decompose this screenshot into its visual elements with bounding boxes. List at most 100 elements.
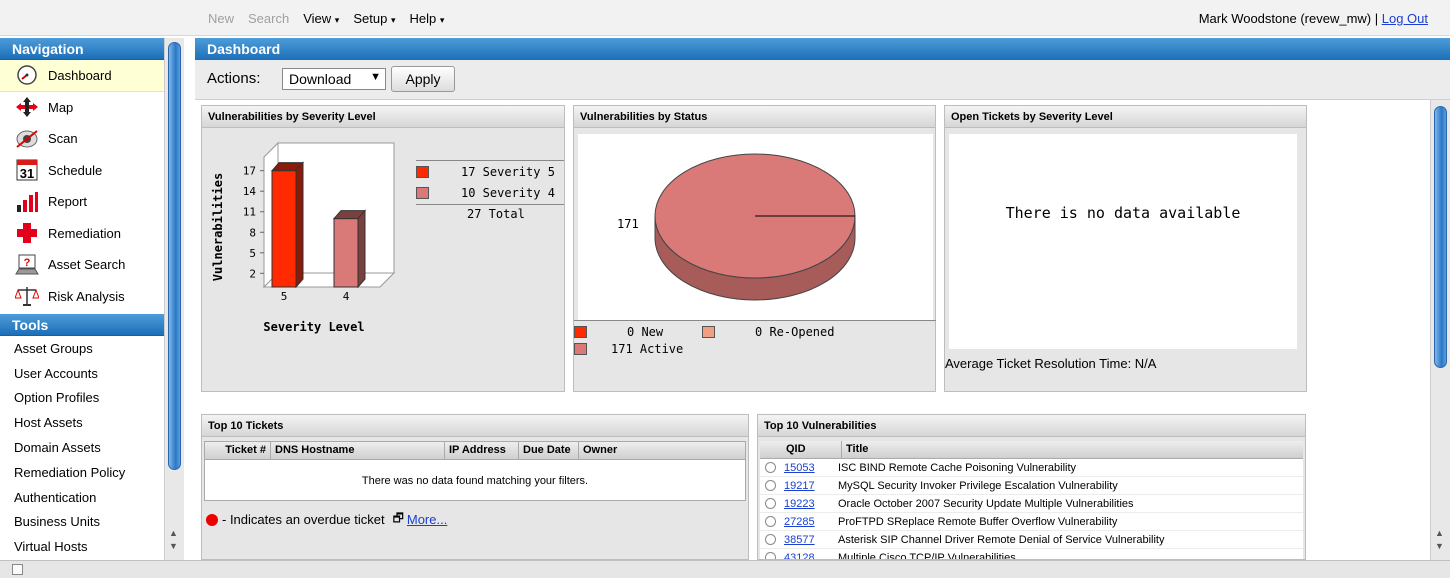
pie-value-label: 171 xyxy=(617,217,639,231)
overdue-note: - Indicates an overdue ticket 🗗 More... xyxy=(206,509,447,530)
apply-button[interactable]: Apply xyxy=(391,66,455,92)
navigation-header: Navigation xyxy=(0,38,165,60)
vuln-title: MySQL Security Invoker Privilege Escalat… xyxy=(838,479,1118,492)
severity-panel-title: Vulnerabilities by Severity Level xyxy=(202,106,564,128)
legend-new: 0 New xyxy=(574,325,663,339)
remediation-cross-icon xyxy=(14,222,40,244)
nav-item-asset-search[interactable]: ? Asset Search xyxy=(0,249,165,281)
legend-swatch xyxy=(574,343,587,355)
row-radio[interactable] xyxy=(765,480,776,491)
tool-domain-assets[interactable]: Domain Assets xyxy=(0,435,165,460)
tools-header: Tools xyxy=(0,314,165,336)
tool-authentication[interactable]: Authentication xyxy=(0,485,165,510)
status-panel: Vulnerabilities by Status 171 0 New 0 Re… xyxy=(573,105,936,392)
logout-link[interactable]: Log Out xyxy=(1382,11,1428,26)
nav-item-scan[interactable]: Scan xyxy=(0,123,165,155)
nav-item-report[interactable]: Report xyxy=(0,186,165,218)
row-radio[interactable] xyxy=(765,462,776,473)
legend-label: 17 Severity 5 xyxy=(461,165,555,179)
nav-item-schedule[interactable]: 31 Schedule xyxy=(0,155,165,187)
tool-option-profiles[interactable]: Option Profiles xyxy=(0,386,165,411)
nav-item-dashboard[interactable]: Dashboard xyxy=(0,60,165,92)
qid-link[interactable]: 19217 xyxy=(784,480,838,492)
status-bar xyxy=(0,560,1450,578)
legend-divider xyxy=(574,320,936,321)
overdue-note-text: - Indicates an overdue ticket xyxy=(222,512,385,527)
tool-user-accounts[interactable]: User Accounts xyxy=(0,361,165,386)
qid-link[interactable]: 19223 xyxy=(784,498,838,510)
vulns-table-body: 15053 ISC BIND Remote Cache Poisoning Vul… xyxy=(760,459,1303,559)
actions-select[interactable]: Download ▼ xyxy=(282,68,386,90)
table-row: 43128 Multiple Cisco TCP/IP Vulnerabiliti… xyxy=(760,549,1303,559)
asset-search-icon: ? xyxy=(14,254,40,276)
row-radio[interactable] xyxy=(765,552,776,559)
row-radio[interactable] xyxy=(765,534,776,545)
menu-view[interactable]: View ▾ xyxy=(303,11,339,26)
main-scroll-thumb[interactable] xyxy=(1434,106,1447,368)
x-axis-label: Severity Level xyxy=(263,320,364,334)
scroll-up-arrow-icon[interactable]: ▲ xyxy=(1435,528,1444,538)
y-tick-label: 17 xyxy=(243,165,256,178)
table-row: 38577 Asterisk SIP Channel Driver Remote … xyxy=(760,531,1303,549)
actions-label: Actions: xyxy=(207,70,261,87)
tickets-empty-message: There was no data found matching your fi… xyxy=(361,475,589,487)
more-link[interactable]: More... xyxy=(407,512,447,527)
legend-swatch xyxy=(416,166,429,178)
sidebar-scrollbar[interactable]: ▲ ▼ xyxy=(164,38,184,560)
row-radio[interactable] xyxy=(765,498,776,509)
scroll-down-arrow-icon[interactable]: ▼ xyxy=(169,541,178,551)
svg-text:?: ? xyxy=(24,257,31,269)
panel-toggle-icon[interactable] xyxy=(12,564,23,575)
nav-label: Report xyxy=(48,194,88,210)
col-qid[interactable]: QID xyxy=(760,441,842,458)
qid-link[interactable]: 38577 xyxy=(784,534,838,546)
legend-total: 27 Total xyxy=(467,207,525,221)
nav-item-map[interactable]: Map xyxy=(0,92,165,124)
vuln-title: ISC BIND Remote Cache Poisoning Vulnerab… xyxy=(838,461,1077,474)
legend-swatch xyxy=(702,326,715,338)
row-radio[interactable] xyxy=(765,516,776,527)
col-ip-address[interactable]: IP Address xyxy=(445,442,519,459)
tool-business-units[interactable]: Business Units xyxy=(0,510,165,535)
nav-label: Dashboard xyxy=(48,67,112,83)
open-tickets-chart-area: There is no data available xyxy=(949,134,1297,349)
open-tickets-panel: Open Tickets by Severity Level There is … xyxy=(944,105,1307,392)
col-title[interactable]: Title xyxy=(842,441,1303,458)
tool-asset-groups[interactable]: Asset Groups xyxy=(0,336,165,361)
y-axis-label: Vulnerabilities xyxy=(211,173,225,281)
menu-help-label: Help xyxy=(409,11,437,26)
tool-virtual-hosts[interactable]: Virtual Hosts xyxy=(0,534,165,559)
tool-remediation-policy[interactable]: Remediation Policy xyxy=(0,460,165,485)
col-owner[interactable]: Owner xyxy=(579,442,745,459)
main-scrollbar[interactable]: ▲ ▼ xyxy=(1430,100,1450,560)
scan-eye-icon xyxy=(14,128,40,150)
open-tickets-panel-title: Open Tickets by Severity Level xyxy=(945,106,1306,128)
scroll-up-arrow-icon[interactable]: ▲ xyxy=(169,528,178,538)
x-tick-label: 4 xyxy=(343,290,350,303)
menu-view-label: View xyxy=(303,11,332,26)
nav-item-remediation[interactable]: Remediation xyxy=(0,218,165,250)
qid-link[interactable]: 15053 xyxy=(784,462,838,474)
legend-divider xyxy=(416,160,564,161)
vuln-title: Asterisk SIP Channel Driver Remote Denia… xyxy=(838,533,1165,546)
menu-help[interactable]: Help ▾ xyxy=(409,11,444,26)
x-tick-label: 5 xyxy=(281,290,288,303)
legend-label: 10 Severity 4 xyxy=(461,186,555,200)
sidebar-scroll-thumb[interactable] xyxy=(168,42,181,470)
nav-label: Risk Analysis xyxy=(48,288,125,304)
more-icon: 🗗 xyxy=(392,511,404,525)
tool-host-assets[interactable]: Host Assets xyxy=(0,410,165,435)
col-due-date[interactable]: Due Date xyxy=(519,442,579,459)
nav-item-risk-analysis[interactable]: Risk Analysis xyxy=(0,281,165,313)
col-dns-hostname[interactable]: DNS Hostname xyxy=(271,442,445,459)
qid-link[interactable]: 43128 xyxy=(784,552,838,560)
legend-divider xyxy=(416,204,564,205)
top-vulns-panel: Top 10 Vulnerabilities QID Title 15053 IS… xyxy=(757,414,1306,560)
menu-setup[interactable]: Setup ▾ xyxy=(353,11,395,26)
status-panel-title: Vulnerabilities by Status xyxy=(574,106,935,128)
col-ticket-no[interactable]: Ticket # xyxy=(205,442,271,459)
scroll-down-arrow-icon[interactable]: ▼ xyxy=(1435,541,1444,551)
vuln-title: ProFTPD SReplace Remote Buffer Overflow … xyxy=(838,515,1118,528)
bar-front xyxy=(333,218,359,288)
qid-link[interactable]: 27285 xyxy=(784,516,838,528)
